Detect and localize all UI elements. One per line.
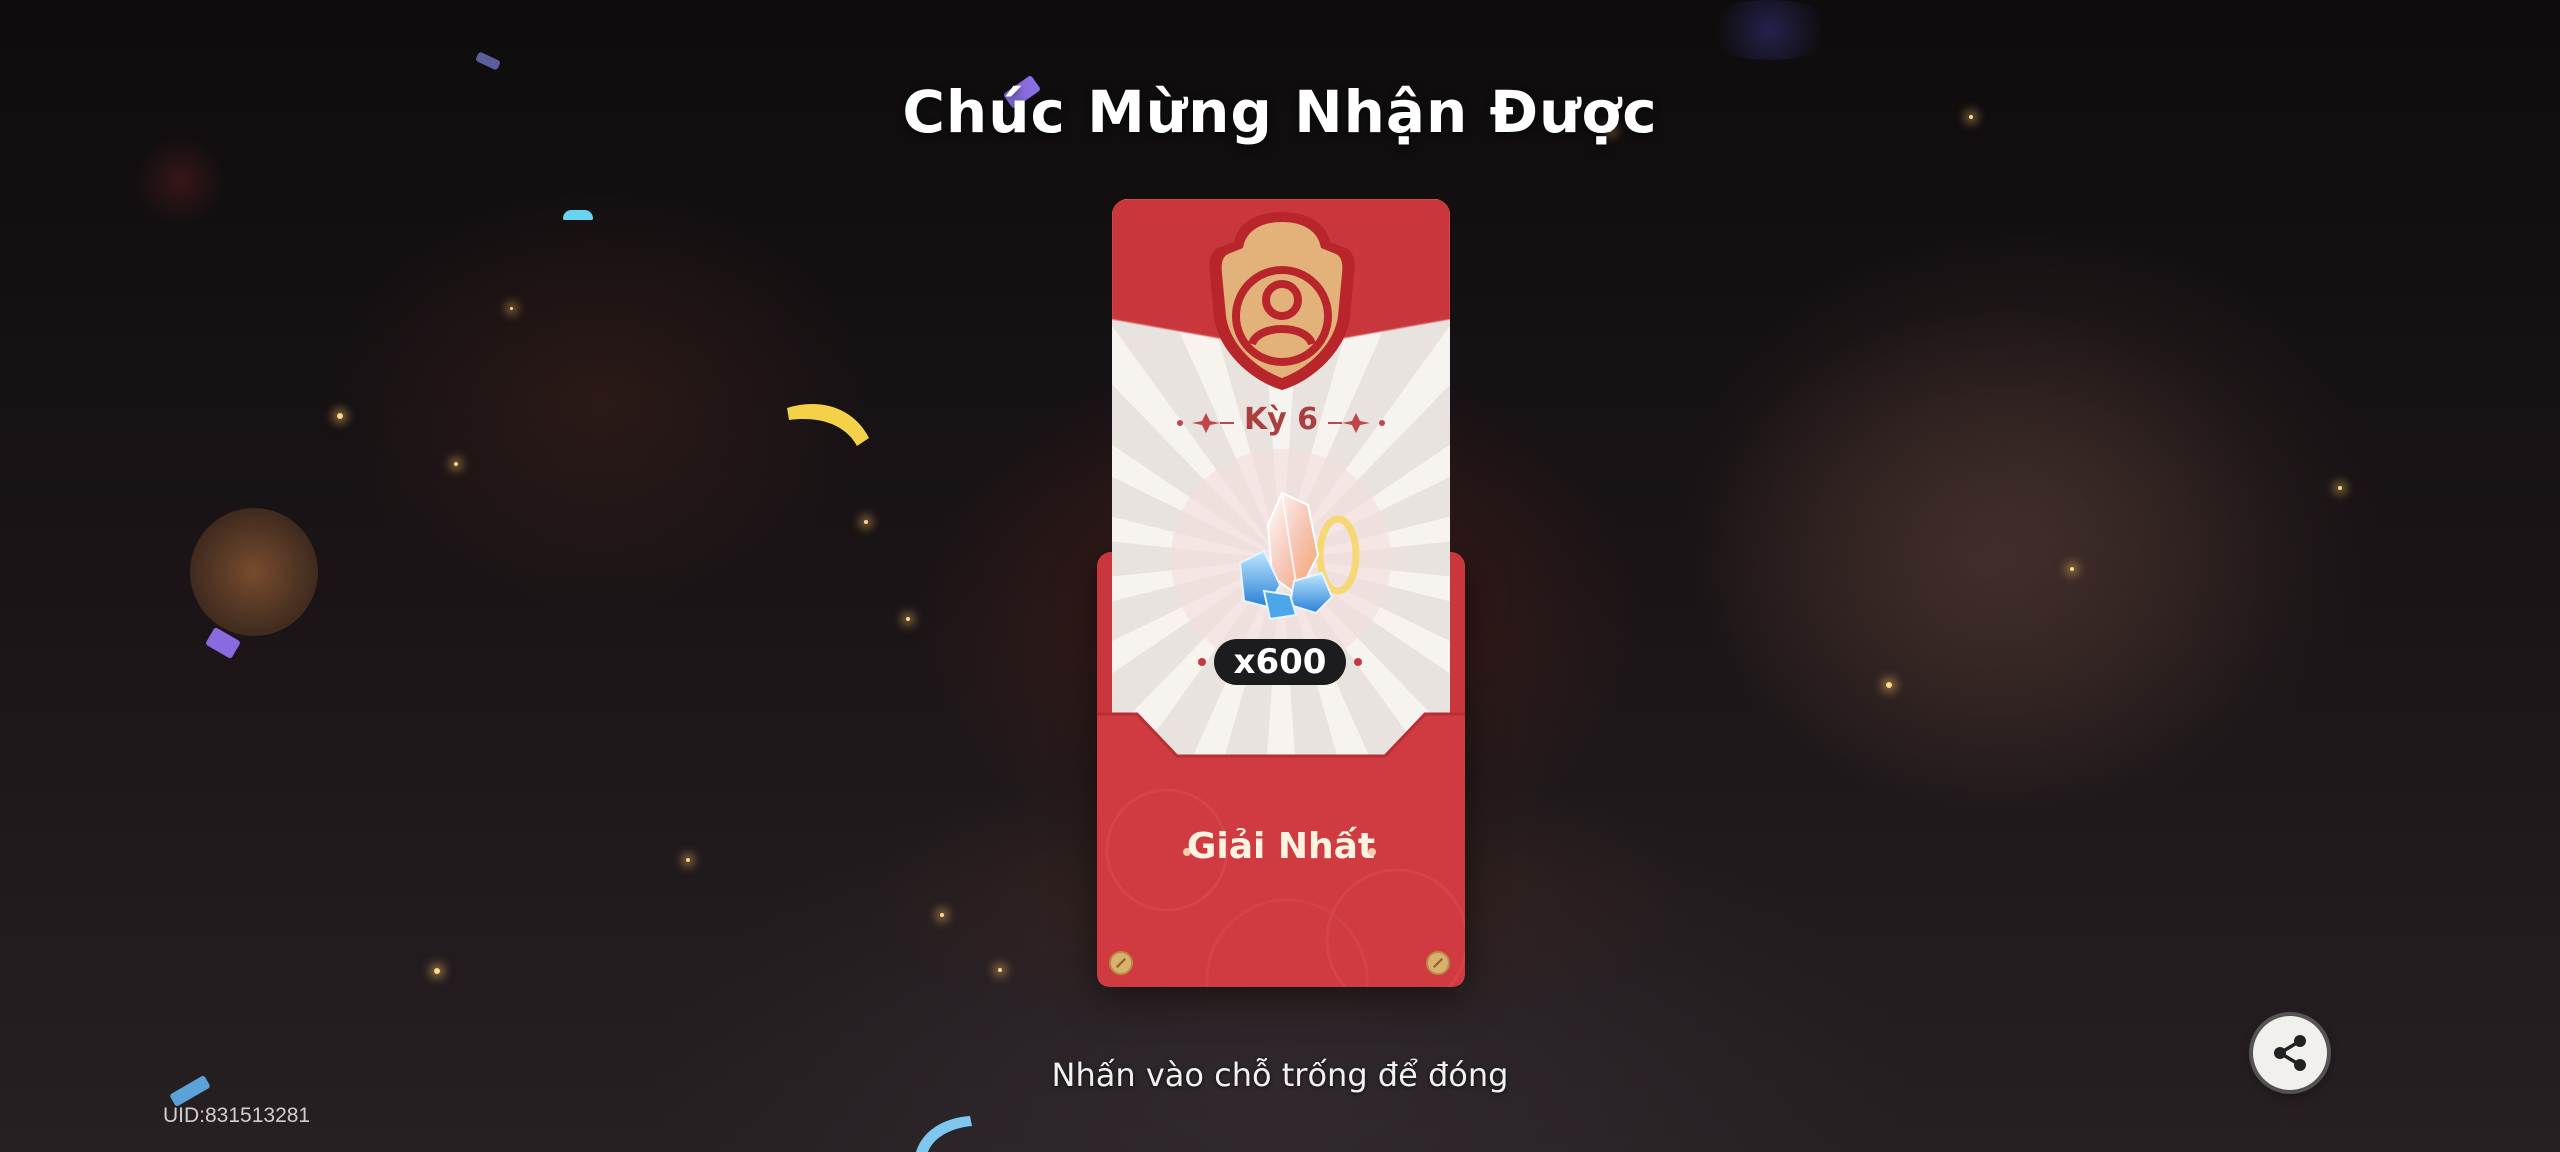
page-title: Chúc Mừng Nhận Được xyxy=(902,78,1658,146)
glow-particle xyxy=(510,307,513,310)
glow-particle xyxy=(434,968,440,974)
share-icon xyxy=(2274,1035,2306,1071)
glow-particle xyxy=(2070,567,2074,571)
share-button[interactable] xyxy=(2253,1016,2327,1090)
pill-dot-right xyxy=(1354,658,1362,666)
bokeh-light xyxy=(1700,0,1840,60)
emblem-badge xyxy=(1209,212,1355,390)
confetti-piece xyxy=(916,1116,972,1152)
glow-particle xyxy=(864,520,868,524)
glow-particle xyxy=(2338,486,2342,490)
glow-particle xyxy=(686,858,690,862)
reward-quantity: x600 xyxy=(1214,639,1346,685)
glow-particle xyxy=(940,913,944,917)
confetti-piece xyxy=(563,210,593,220)
sparkle-deco-right xyxy=(1328,413,1385,433)
bokeh-light xyxy=(135,135,225,225)
prize-label: Giải Nhất xyxy=(1186,826,1376,867)
crystal-gem-icon xyxy=(1238,491,1360,621)
rivet-left xyxy=(1109,951,1133,975)
glow-particle xyxy=(906,617,910,621)
confetti-piece xyxy=(787,403,869,446)
rivet-right xyxy=(1426,951,1450,975)
bokeh-light xyxy=(1680,220,2380,820)
glow-particle xyxy=(454,462,458,466)
glow-particle xyxy=(337,413,343,419)
glow-particle xyxy=(998,968,1002,972)
close-hint: Nhấn vào chỗ trống để đóng xyxy=(1051,1056,1509,1094)
pill-dot-left xyxy=(1198,658,1206,666)
glow-particle xyxy=(1886,682,1892,688)
prize-dot-right xyxy=(1368,848,1376,856)
period-label: Kỳ 6 xyxy=(1243,402,1319,437)
bokeh-light xyxy=(190,508,318,636)
confetti-piece xyxy=(475,51,501,71)
uid-label: UID:831513281 xyxy=(163,1104,311,1127)
